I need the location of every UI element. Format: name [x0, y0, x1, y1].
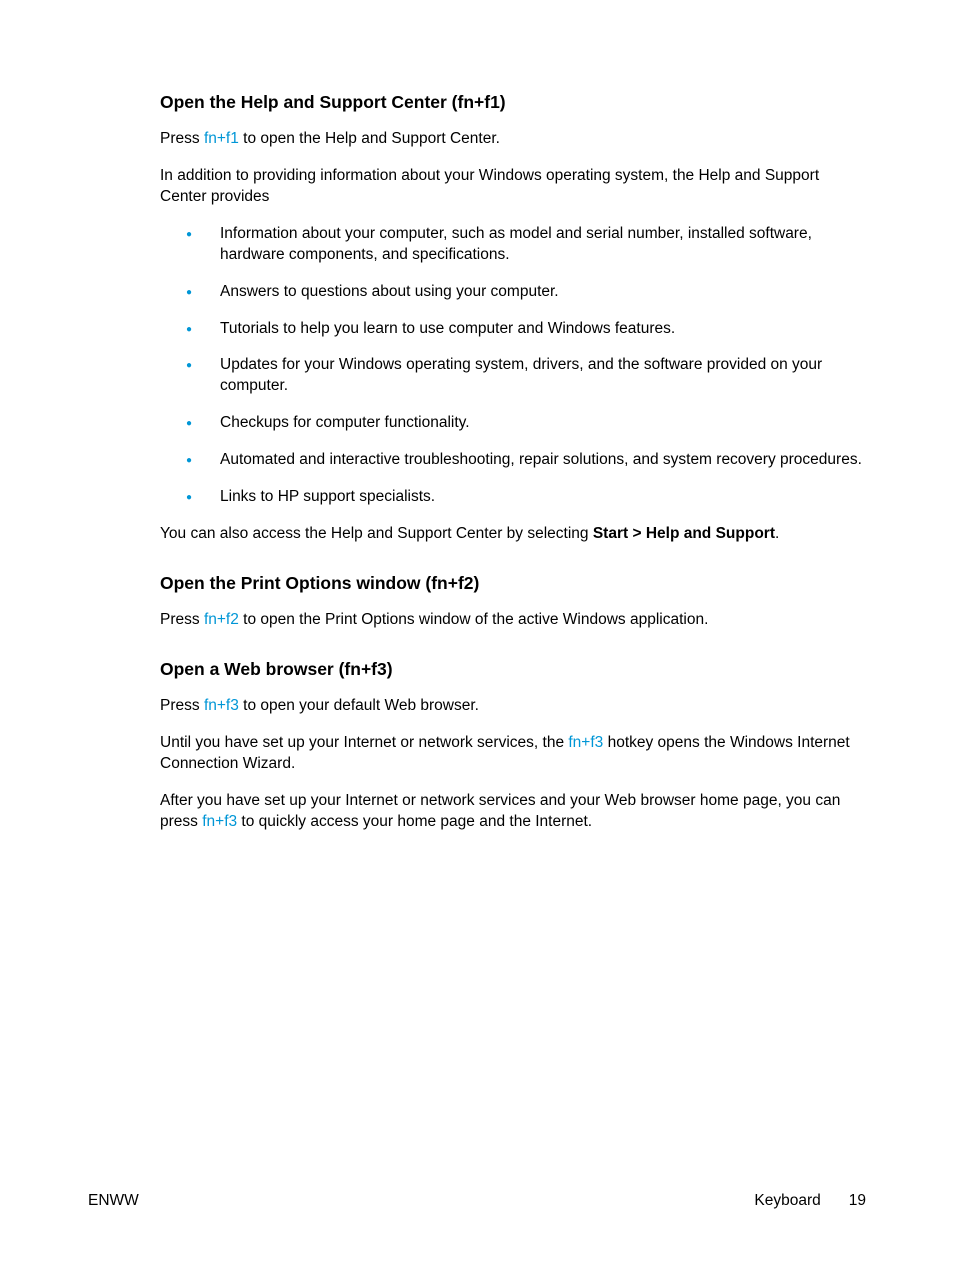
heading-web-browser: Open a Web browser (fn+f3): [160, 659, 866, 680]
hotkey-fnf2: fn+f2: [204, 611, 239, 628]
list-item: Links to HP support specialists.: [160, 487, 866, 508]
page-number: 19: [849, 1192, 866, 1210]
hotkey-fnf3: fn+f3: [202, 813, 237, 830]
text: Until you have set up your Internet or n…: [160, 734, 568, 751]
page-content: Open the Help and Support Center (fn+f1)…: [0, 0, 954, 833]
text: Press: [160, 611, 204, 628]
text: to quickly access your home page and the…: [237, 813, 592, 830]
text: to open the Print Options window of the …: [239, 611, 709, 628]
text: Press: [160, 697, 204, 714]
paragraph: In addition to providing information abo…: [160, 166, 866, 208]
text: Press: [160, 130, 204, 147]
list-item: Updates for your Windows operating syste…: [160, 355, 866, 397]
paragraph: Press fn+f2 to open the Print Options wi…: [160, 610, 866, 631]
paragraph: After you have set up your Internet or n…: [160, 791, 866, 833]
footer-section: Keyboard: [754, 1192, 820, 1210]
menu-path: Start > Help and Support: [593, 525, 775, 542]
text: to open your default Web browser.: [239, 697, 479, 714]
footer-left: ENWW: [88, 1192, 139, 1210]
list-item: Information about your computer, such as…: [160, 224, 866, 266]
list-item: Answers to questions about using your co…: [160, 282, 866, 303]
hotkey-fnf3: fn+f3: [568, 734, 603, 751]
bullet-list: Information about your computer, such as…: [160, 224, 866, 508]
footer-right: Keyboard 19: [754, 1192, 866, 1210]
heading-print-options: Open the Print Options window (fn+f2): [160, 573, 866, 594]
text: to open the Help and Support Center.: [239, 130, 500, 147]
paragraph: Until you have set up your Internet or n…: [160, 733, 866, 775]
page-footer: ENWW Keyboard 19: [88, 1192, 866, 1210]
text: You can also access the Help and Support…: [160, 525, 593, 542]
paragraph: Press fn+f1 to open the Help and Support…: [160, 129, 866, 150]
hotkey-fnf1: fn+f1: [204, 130, 239, 147]
hotkey-fnf3: fn+f3: [204, 697, 239, 714]
paragraph: You can also access the Help and Support…: [160, 524, 866, 545]
paragraph: Press fn+f3 to open your default Web bro…: [160, 696, 866, 717]
text: .: [775, 525, 779, 542]
list-item: Automated and interactive troubleshootin…: [160, 450, 866, 471]
heading-help-support: Open the Help and Support Center (fn+f1): [160, 92, 866, 113]
list-item: Tutorials to help you learn to use compu…: [160, 319, 866, 340]
list-item: Checkups for computer functionality.: [160, 413, 866, 434]
